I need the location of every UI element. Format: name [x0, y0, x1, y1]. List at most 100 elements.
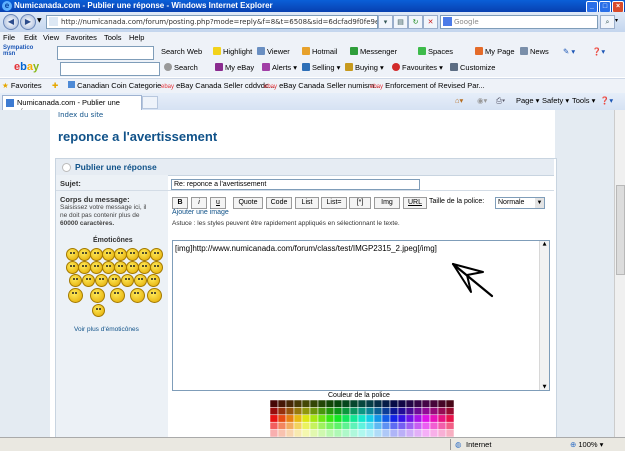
color-swatch[interactable] [309, 421, 319, 430]
color-swatch[interactable] [341, 421, 351, 430]
feeds-icon[interactable]: ◉▾ [477, 96, 487, 105]
color-swatch[interactable] [389, 429, 399, 437]
list-button[interactable]: List [295, 197, 319, 209]
color-swatch[interactable] [285, 421, 295, 430]
customize-button[interactable]: Customize [450, 63, 495, 72]
color-swatch[interactable] [317, 400, 327, 408]
new-tab-button[interactable] [142, 96, 158, 109]
smiley-icon[interactable] [90, 288, 105, 303]
msn-search-input[interactable] [57, 46, 154, 60]
color-swatch[interactable] [437, 414, 447, 423]
color-swatch[interactable] [333, 400, 343, 408]
alerts-button[interactable]: Alerts ▾ [262, 63, 297, 72]
color-swatch[interactable] [421, 414, 431, 423]
italic-button[interactable]: i [191, 197, 207, 209]
color-swatch[interactable] [373, 429, 383, 437]
color-swatch[interactable] [397, 407, 407, 416]
color-swatch[interactable] [413, 407, 423, 416]
color-swatch[interactable] [429, 400, 439, 408]
refresh-icon[interactable]: ↻ [408, 15, 423, 29]
safety-menu[interactable]: Safety ▾ [542, 96, 569, 105]
color-swatch[interactable] [437, 421, 447, 430]
color-swatch[interactable] [333, 407, 343, 416]
smiley-icon[interactable] [147, 288, 162, 303]
smiley-icon[interactable] [110, 288, 125, 303]
color-swatch[interactable] [429, 421, 439, 430]
color-swatch[interactable] [325, 429, 335, 437]
list-item-button[interactable]: [*] [349, 197, 371, 209]
color-swatch[interactable] [301, 400, 311, 408]
color-swatch[interactable] [270, 429, 279, 437]
color-swatch[interactable] [365, 407, 375, 416]
smiley-icon[interactable] [147, 274, 160, 287]
color-swatch[interactable] [309, 400, 319, 408]
search-box[interactable]: Google [440, 15, 598, 29]
color-swatch[interactable] [285, 414, 295, 423]
color-swatch[interactable] [325, 400, 335, 408]
scroll-down-icon[interactable]: ▼ [540, 384, 549, 390]
scroll-thumb[interactable] [616, 185, 625, 275]
smiley-icon[interactable] [121, 274, 134, 287]
color-swatch[interactable] [437, 407, 447, 416]
favorites-button[interactable]: ★ Favorites [2, 81, 42, 90]
smiley-icon[interactable] [92, 304, 105, 317]
menu-tools[interactable]: Tools [104, 33, 122, 42]
color-swatch[interactable] [285, 400, 295, 408]
color-swatch[interactable] [429, 407, 439, 416]
stop-icon[interactable]: ✕ [423, 15, 438, 29]
back-icon[interactable]: ◀ [3, 14, 19, 30]
color-swatch[interactable] [357, 429, 367, 437]
smiley-icon[interactable] [108, 274, 121, 287]
color-swatch[interactable] [389, 407, 399, 416]
color-swatch[interactable] [341, 414, 351, 423]
color-swatch[interactable] [381, 407, 391, 416]
help-menu-icon[interactable]: ❓▾ [600, 96, 613, 105]
highlight-button[interactable]: Highlight [213, 47, 252, 56]
tools-menu[interactable]: Tools ▾ [572, 96, 595, 105]
color-swatch[interactable] [437, 429, 447, 437]
color-swatch[interactable] [270, 421, 279, 430]
color-swatch[interactable] [357, 421, 367, 430]
ebay-search-button[interactable]: Search [164, 63, 198, 72]
color-swatch[interactable] [285, 407, 295, 416]
myebay-button[interactable]: My eBay [215, 63, 254, 72]
color-swatch[interactable] [270, 400, 279, 408]
menu-file[interactable]: File [3, 33, 15, 42]
color-swatch[interactable] [333, 414, 343, 423]
color-swatch[interactable] [445, 407, 454, 416]
menu-edit[interactable]: Edit [24, 33, 37, 42]
color-swatch[interactable] [397, 414, 407, 423]
page-menu[interactable]: Page ▾ [516, 96, 539, 105]
color-swatch[interactable] [413, 429, 423, 437]
smiley-icon[interactable] [69, 274, 82, 287]
color-swatch[interactable] [389, 414, 399, 423]
nav-dropdown-icon[interactable]: ▼ [37, 17, 42, 24]
ebay-search-input[interactable] [60, 62, 160, 76]
url-button[interactable]: URL [403, 197, 427, 209]
color-swatch[interactable] [421, 429, 431, 437]
buying-button[interactable]: Buying ▾ [345, 63, 384, 72]
color-swatch[interactable] [277, 429, 287, 437]
color-swatch[interactable] [397, 429, 407, 437]
page-scrollbar[interactable] [614, 110, 625, 437]
search-icon[interactable]: ⌕ [600, 15, 615, 29]
smiley-icon[interactable] [150, 248, 163, 261]
color-swatch[interactable] [405, 400, 415, 408]
color-swatch[interactable] [365, 429, 375, 437]
smiley-icon[interactable] [95, 274, 108, 287]
color-swatch[interactable] [293, 429, 303, 437]
print-icon[interactable]: ⎙▾ [496, 96, 505, 106]
color-swatch[interactable] [349, 429, 359, 437]
color-swatch[interactable] [373, 407, 383, 416]
color-swatch[interactable] [397, 400, 407, 408]
url-dropdown-icon[interactable]: ▾ [378, 15, 393, 29]
color-swatch[interactable] [365, 400, 375, 408]
compat-icon[interactable]: ▤ [393, 15, 408, 29]
color-swatch[interactable] [325, 421, 335, 430]
color-swatch[interactable] [285, 429, 295, 437]
breadcrumb[interactable]: Index du site [58, 111, 103, 119]
fav-link-4[interactable]: ebay Enforcement of Revised Par... [370, 81, 485, 90]
color-swatch[interactable] [397, 421, 407, 430]
color-swatch[interactable] [373, 414, 383, 423]
fav-link-3[interactable]: ebay eBay Canada Seller numism... [264, 81, 380, 90]
